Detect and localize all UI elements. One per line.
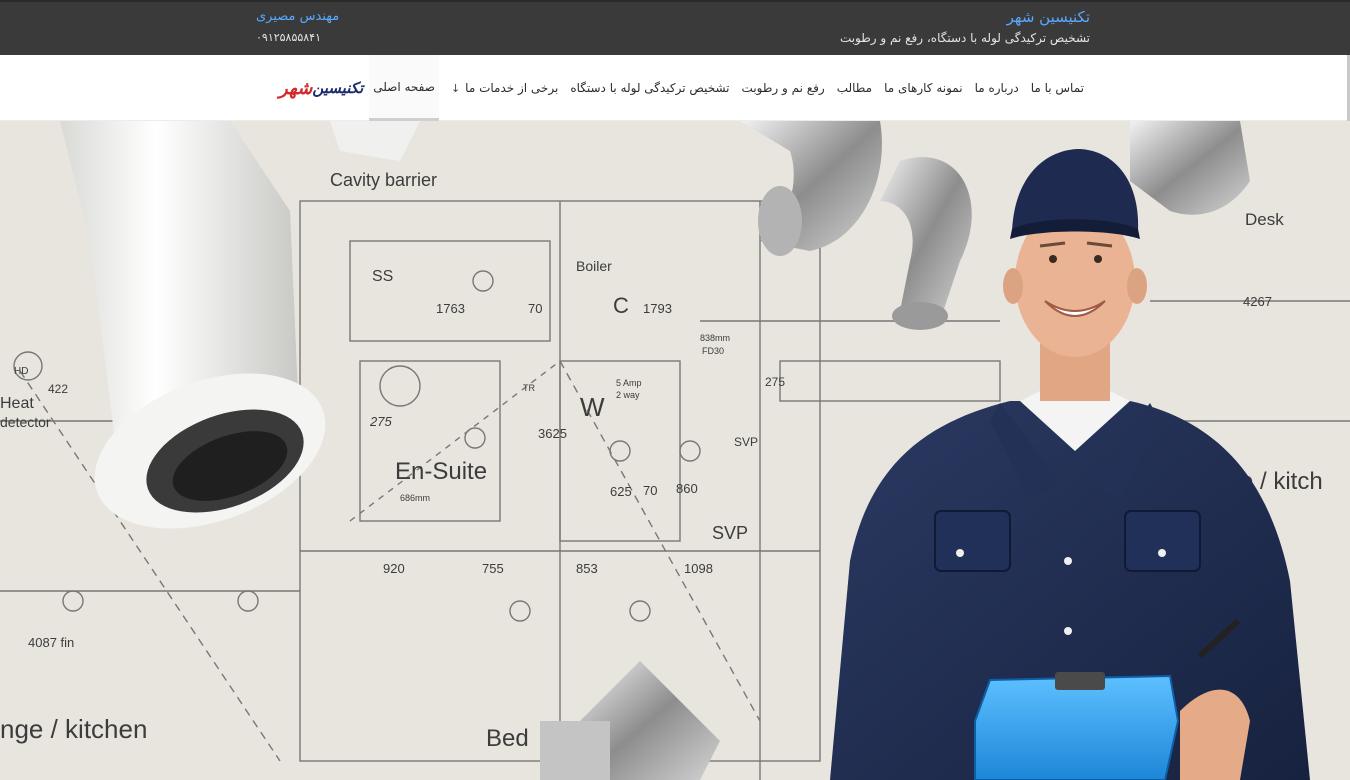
label-kitchen-left: nge / kitchen	[0, 714, 147, 744]
top-info-bar: تکنیسین شهر تشخیص ترکیدگی لوله با دستگاه…	[0, 0, 1350, 55]
label-70: 70	[528, 301, 542, 316]
label-hd: HD	[14, 366, 28, 377]
nav-item-pipe-leak-detection[interactable]: تشخیص ترکیدگی لوله با دستگاه	[570, 55, 729, 121]
label-sv: SVP	[734, 435, 758, 449]
site-tagline: تشخیص ترکیدگی لوله با دستگاه، رفع نم و ر…	[839, 31, 1090, 45]
phone-number[interactable]: ۰۹۱۲۵۸۵۵۸۴۱	[256, 27, 339, 49]
label-heat: Heat	[0, 395, 34, 412]
label-1098: 1098	[684, 561, 713, 576]
label-70b: 70	[643, 483, 657, 498]
main-navbar: تکنیسین شهر صفحه اصلی برخی از خدمات ما ↓…	[0, 55, 1350, 121]
nav-item-about[interactable]: درباره ما	[975, 55, 1019, 121]
nav-item-label: رفع نم و رطوبت	[741, 81, 825, 95]
label-1793: 1793	[643, 301, 672, 316]
site-branding: تکنیسین شهر تشخیص ترکیدگی لوله با دستگاه…	[840, 7, 1090, 49]
logo-text: تکنیسین	[312, 79, 364, 97]
nav-item-label: نمونه کارهای ما	[884, 81, 963, 95]
label-detector: detector	[0, 414, 51, 430]
label-ss: SS	[372, 268, 393, 285]
label-w: W	[580, 392, 605, 422]
label-275: 275	[369, 414, 392, 429]
nav-item-label: تشخیص ترکیدگی لوله با دستگاه	[570, 81, 730, 95]
nav-item-label: درباره ما	[974, 81, 1019, 95]
logo-accent: شهر	[279, 77, 313, 99]
label-tr: TR	[523, 383, 535, 393]
hero-banner: Cavity barrier SS Boiler C 1763 70 1793 …	[0, 121, 1350, 780]
label-920: 920	[383, 561, 405, 576]
nav-item-articles[interactable]: مطالب	[837, 55, 872, 121]
label-5amp: 5 Amp	[616, 378, 642, 388]
label-686mm: 686mm	[400, 493, 430, 503]
label-bed: Bed	[486, 725, 529, 752]
label-desk: Desk	[1245, 210, 1284, 229]
nav-item-label: برخی از خدمات ما	[465, 81, 559, 95]
label-cavity-barrier: Cavity barrier	[330, 170, 437, 190]
label-3625: 3625	[538, 426, 567, 441]
nav-item-label: تماس با ما	[1030, 81, 1084, 95]
nav-item-portfolio[interactable]: نمونه کارهای ما	[884, 55, 963, 121]
label-4267: 4267	[1243, 294, 1272, 309]
label-c: C	[613, 293, 629, 318]
nav-item-contact[interactable]: تماس با ما	[1031, 55, 1084, 121]
engineer-name: مهندس مصیری	[256, 9, 340, 24]
label-svp: SVP	[712, 523, 748, 543]
label-2way: 2 way	[616, 390, 640, 400]
nav-item-label: مطالب	[836, 81, 873, 95]
hero-illustration: Cavity barrier SS Boiler C 1763 70 1793 …	[0, 121, 1350, 780]
site-logo[interactable]: تکنیسین شهر	[277, 78, 363, 99]
label-755: 755	[482, 561, 504, 576]
site-title[interactable]: تکنیسین شهر	[840, 7, 1090, 27]
contact-info: مهندس مصیری ۰۹۱۲۵۸۵۵۸۴۱	[256, 7, 339, 49]
label-860: 860	[676, 481, 698, 496]
label-fd30: FD30	[702, 346, 724, 356]
label-838mm: 838mm	[700, 333, 730, 343]
label-625: 625	[610, 484, 632, 499]
nav-item-services[interactable]: برخی از خدمات ما ↓	[451, 55, 558, 121]
arrow-down-icon: ↓	[450, 81, 461, 95]
nav-menu: تکنیسین شهر صفحه اصلی برخی از خدمات ما ↓…	[267, 55, 1090, 121]
nav-item-home[interactable]: صفحه اصلی	[369, 55, 439, 121]
nav-item-label: صفحه اصلی	[373, 79, 435, 94]
nav-item-moisture-removal[interactable]: رفع نم و رطوبت	[742, 55, 825, 121]
label-853: 853	[576, 561, 598, 576]
label-422: 422	[48, 382, 68, 396]
label-en-suite: En-Suite	[395, 458, 487, 485]
label-1763: 1763	[436, 301, 465, 316]
label-boiler: Boiler	[576, 258, 612, 274]
label-275b: 275	[765, 375, 785, 389]
label-4087: 4087 fin	[28, 635, 74, 650]
